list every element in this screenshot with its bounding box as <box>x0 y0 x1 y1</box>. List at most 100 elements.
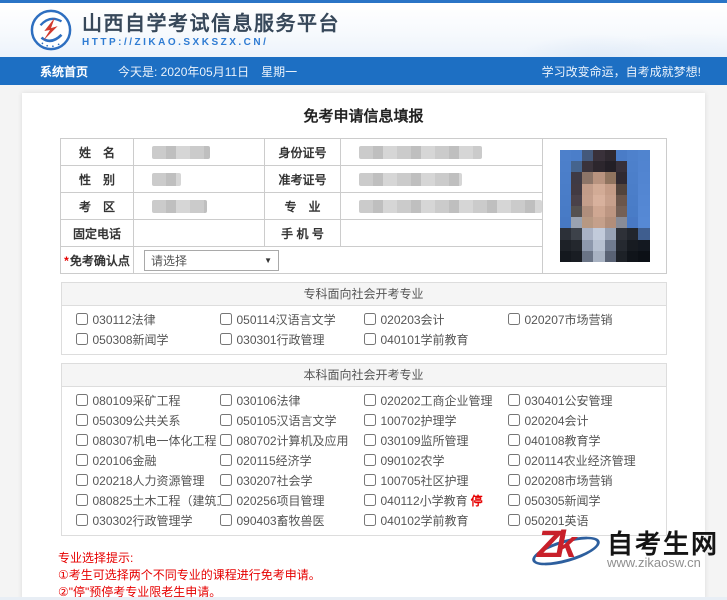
mobile-field[interactable] <box>340 219 543 247</box>
major-checkbox[interactable] <box>363 474 376 486</box>
major-checkbox[interactable] <box>75 494 88 506</box>
major-checkbox-item[interactable]: 080109采矿工程 <box>75 390 220 410</box>
applicant-info-table: 姓 名 身份证号 性 别 准考证号 考 区 专 业 固定电话 手 机 号 *免考… <box>60 138 667 274</box>
major-checkbox-item[interactable]: 030401公安管理 <box>507 390 652 410</box>
major-checkbox-label: 020208市场营销 <box>524 473 613 488</box>
major-checkbox[interactable] <box>219 313 232 325</box>
major-checkbox-item[interactable]: 030112法律 <box>75 309 220 329</box>
major-checkbox[interactable] <box>75 434 88 446</box>
major-checkbox-item[interactable]: 040108教育学 <box>507 430 652 450</box>
major-label: 专 业 <box>264 192 341 220</box>
major-checkbox[interactable] <box>75 514 88 526</box>
major-checkbox-item[interactable]: 100702护理学 <box>363 410 508 430</box>
major-checkbox[interactable] <box>219 454 232 466</box>
major-checkbox-item[interactable]: 020256项目管理 <box>219 490 364 510</box>
major-checkbox-item[interactable]: 030301行政管理 <box>219 329 364 349</box>
page-title: 免考申请信息填报 <box>303 108 424 125</box>
major-checkbox[interactable] <box>75 333 88 345</box>
major-checkbox[interactable] <box>363 494 376 506</box>
major-checkbox-item[interactable]: 080307机电一体化工程 <box>75 430 220 450</box>
major-checkbox-item[interactable]: 040101学前教育 <box>363 329 508 349</box>
major-checkbox[interactable] <box>363 394 376 406</box>
major-checkbox[interactable] <box>507 394 520 406</box>
major-checkbox-item[interactable]: 050308新闻学 <box>75 329 220 349</box>
major-checkbox-label: 020207市场营销 <box>524 312 613 327</box>
major-checkbox-item[interactable]: 090102农学 <box>363 450 508 470</box>
major-checkbox-item[interactable]: 020204会计 <box>507 410 652 430</box>
major-checkbox[interactable] <box>363 454 376 466</box>
major-checkbox-item[interactable]: 020115经济学 <box>219 450 364 470</box>
major-checkbox[interactable] <box>219 474 232 486</box>
section-title: 本科面向社会开考专业 <box>61 364 666 387</box>
major-checkbox-label: 030106法律 <box>236 393 301 408</box>
major-checkbox-item[interactable]: 030106法律 <box>219 390 364 410</box>
major-checkbox[interactable] <box>219 514 232 526</box>
major-checkbox[interactable] <box>363 514 376 526</box>
major-checkbox-label: 030112法律 <box>92 312 156 327</box>
major-checkbox[interactable] <box>507 514 520 526</box>
major-checkbox[interactable] <box>507 434 520 446</box>
major-checkbox-item[interactable]: 050105汉语言文学 <box>219 410 364 430</box>
major-checkbox-item[interactable]: 020202工商企业管理 <box>363 390 508 410</box>
required-asterisk: * <box>64 253 69 268</box>
major-checkbox-item[interactable]: 040102学前教育 <box>363 510 508 530</box>
major-checkbox-item[interactable]: 050114汉语言文学 <box>219 309 364 329</box>
major-checkbox-item[interactable]: 020114农业经济管理 <box>507 450 652 470</box>
major-checkbox-label: 050309公共关系 <box>92 413 181 428</box>
major-checkbox-item[interactable]: 050201英语 <box>507 510 652 530</box>
major-checkbox[interactable] <box>75 313 88 325</box>
site-header: 山西自学考试信息服务平台 HTTP://ZIKAO.SXKSZX.CN/ <box>0 3 727 57</box>
major-checkbox-item[interactable]: 030207社会学 <box>219 470 364 490</box>
nav-home-link[interactable]: 系统首页 <box>40 63 88 80</box>
junior-college-majors-section: 专科面向社会开考专业 030112法律 050114汉语言文学 020203会计 02… <box>60 282 667 355</box>
major-checkbox[interactable] <box>363 313 376 325</box>
major-checkbox[interactable] <box>75 474 88 486</box>
major-checkbox[interactable] <box>75 414 88 426</box>
section-body: 030112法律 050114汉语言文学 020203会计 020207市场营销 050… <box>62 306 666 354</box>
major-checkbox-item[interactable]: 080702计算机及应用 <box>219 430 364 450</box>
major-checkbox-item[interactable]: 020207市场营销 <box>507 309 652 329</box>
major-checkbox-label: 020115经济学 <box>236 453 312 468</box>
major-checkbox[interactable] <box>507 313 520 325</box>
major-checkbox[interactable] <box>75 394 88 406</box>
confirm-point-select[interactable]: 请选择 ▼ <box>144 249 279 271</box>
watermark-site-name: 自考生网 <box>606 528 719 559</box>
section-body: 080109采矿工程 030106法律 020202工商企业管理 030401公安管理… <box>62 387 666 535</box>
mobile-label: 手 机 号 <box>264 219 341 247</box>
major-checkbox-item[interactable]: 030109监所管理 <box>363 430 508 450</box>
major-checkbox[interactable] <box>507 414 520 426</box>
major-checkbox-item[interactable]: 040112小学教育停 <box>363 490 508 510</box>
major-checkbox-item[interactable]: 020203会计 <box>363 309 508 329</box>
major-checkbox[interactable] <box>363 434 376 446</box>
admission-number-label: 准考证号 <box>264 165 341 193</box>
major-checkbox-label: 030207社会学 <box>236 473 313 488</box>
major-checkbox[interactable] <box>507 494 520 506</box>
major-checkbox-item[interactable]: 020218人力资源管理 <box>75 470 220 490</box>
major-checkbox[interactable] <box>219 333 232 345</box>
major-checkbox-label: 080702计算机及应用 <box>236 433 349 448</box>
major-checkbox[interactable] <box>363 414 376 426</box>
major-checkbox-item[interactable]: 020208市场营销 <box>507 470 652 490</box>
major-checkbox[interactable] <box>219 394 232 406</box>
major-checkbox-item[interactable]: 020106金融 <box>75 450 220 470</box>
major-checkbox-item[interactable]: 030302行政管理学 <box>75 510 220 530</box>
major-checkbox-item[interactable]: 050309公共关系 <box>75 410 220 430</box>
major-checkbox-item[interactable]: 050305新闻学 <box>507 490 652 510</box>
major-checkbox-label: 080825土木工程（建筑工... <box>92 493 220 508</box>
major-checkbox[interactable] <box>363 333 376 345</box>
major-checkbox-item[interactable]: 100705社区护理 <box>363 470 508 490</box>
major-checkbox[interactable] <box>219 494 232 506</box>
chevron-down-icon: ▼ <box>264 255 272 265</box>
major-checkbox[interactable] <box>507 454 520 466</box>
major-checkbox[interactable] <box>219 414 232 426</box>
major-checkbox[interactable] <box>219 434 232 446</box>
name-label: 姓 名 <box>60 138 134 166</box>
major-checkbox[interactable] <box>75 454 88 466</box>
major-checkbox-label: 040108教育学 <box>524 433 601 448</box>
major-checkbox[interactable] <box>507 474 520 486</box>
landline-field[interactable] <box>133 219 265 247</box>
major-checkbox-item[interactable]: 090403畜牧兽医 <box>219 510 364 530</box>
major-checkbox-item[interactable]: 080825土木工程（建筑工... <box>75 490 220 510</box>
undergraduate-majors-section: 本科面向社会开考专业 080109采矿工程 030106法律 020202工商企业管… <box>60 363 667 536</box>
site-title: 山西自学考试信息服务平台 <box>82 12 340 35</box>
